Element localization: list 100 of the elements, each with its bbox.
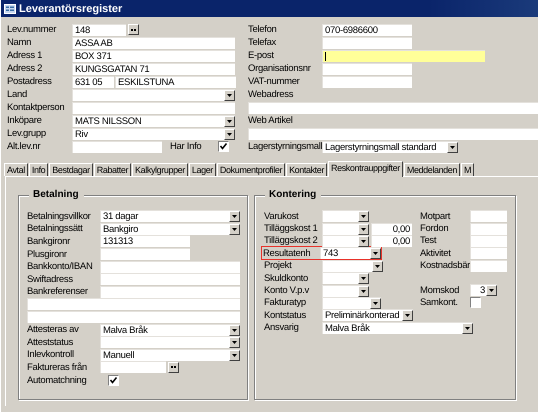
tab[interactable]: Rabatter — [94, 163, 132, 176]
dropdown[interactable] — [322, 222, 369, 235]
group-title: Kontering — [265, 189, 322, 200]
dropdown[interactable]: Lagerstyrningsmall standard — [322, 140, 458, 152]
field-label: Bankreferenser — [27, 286, 89, 298]
input-field[interactable] — [72, 102, 235, 114]
field-label: Adress 1 — [7, 50, 44, 61]
dropdown[interactable]: 3 — [470, 284, 497, 296]
input-field[interactable] — [27, 298, 240, 310]
field-label: Postadress — [7, 76, 53, 87]
input-field[interactable] — [322, 50, 485, 62]
checkbox[interactable] — [108, 374, 119, 386]
input-field[interactable] — [248, 128, 538, 140]
input-field[interactable]: 0,00 — [371, 222, 412, 235]
caret-icon — [373, 302, 378, 305]
tab[interactable]: Lager — [188, 163, 216, 176]
input-field[interactable]: ASSA AB — [72, 36, 235, 48]
field-label: Betalningsvillkor — [27, 210, 92, 222]
input-field[interactable] — [100, 248, 190, 260]
tab[interactable]: Meddelanden — [404, 163, 460, 176]
dropdown[interactable]: Bankgiro — [100, 222, 240, 235]
tab[interactable]: M — [461, 163, 474, 176]
field-label: Telefon — [248, 24, 278, 35]
field-label: Konto V.p.v — [264, 285, 310, 296]
input-field[interactable]: KUNGSGATAN 71 — [72, 62, 235, 74]
field-label: VAT-nummer — [248, 76, 301, 87]
dropdown[interactable] — [322, 284, 369, 297]
input-field[interactable] — [72, 140, 162, 152]
field-label: Varukost — [264, 210, 300, 222]
tab[interactable]: Info — [28, 163, 48, 176]
input-field[interactable]: 148 — [72, 24, 126, 36]
input-field[interactable] — [100, 361, 166, 374]
form-icon — [4, 4, 16, 14]
input-field[interactable] — [27, 311, 240, 324]
checkbox[interactable] — [218, 141, 229, 152]
input-field[interactable] — [100, 260, 240, 273]
field-label: Kostnadsbär — [420, 260, 470, 272]
input-field[interactable]: BOX 371 — [72, 50, 235, 62]
lookup-button[interactable] — [128, 24, 139, 35]
field-label: Tilläggskost 2 — [264, 235, 319, 246]
lookup-button[interactable] — [168, 362, 179, 373]
input-field[interactable] — [100, 286, 240, 298]
field-label: Swiftadress — [27, 274, 74, 285]
field-label: Attesteras av — [27, 324, 80, 336]
dropdown[interactable]: Malva Bråk — [322, 322, 473, 334]
input-field[interactable]: 070-6986600 — [322, 24, 412, 36]
input-field[interactable] — [470, 210, 507, 222]
caret-icon — [232, 354, 237, 357]
caret-icon — [465, 326, 470, 330]
caret-icon — [373, 252, 378, 256]
caret-icon — [450, 146, 455, 148]
input-field[interactable] — [322, 36, 412, 48]
field-label: Automatchning — [27, 374, 88, 386]
dropdown[interactable] — [322, 296, 381, 309]
input-field[interactable]: 631 05 — [72, 76, 114, 88]
dots-icon — [171, 366, 176, 368]
input-field[interactable] — [100, 273, 240, 286]
dropdown[interactable]: Malva Bråk — [100, 324, 240, 336]
window-title: Leverantörsregister — [19, 2, 122, 14]
dropdown[interactable] — [322, 234, 369, 247]
field-label: Organisationsnr — [248, 63, 312, 74]
caret-icon — [361, 290, 366, 293]
dropdown[interactable]: 743 — [320, 247, 381, 260]
caret-icon — [361, 228, 366, 231]
tab[interactable]: Kalkylgrupper — [132, 163, 188, 176]
input-field[interactable] — [470, 234, 507, 247]
caret-icon — [232, 228, 237, 231]
dropdown[interactable]: Riv — [72, 128, 235, 140]
checkbox[interactable] — [470, 297, 481, 308]
field-label: E-post — [248, 50, 275, 61]
tab[interactable]: Reskontrauppgifter — [328, 161, 403, 177]
dropdown[interactable] — [322, 272, 369, 284]
caret-icon — [232, 341, 237, 344]
field-label: Kontaktperson — [7, 102, 66, 113]
input-field[interactable] — [322, 76, 412, 88]
field-label: Faktureras från — [27, 362, 88, 373]
tab[interactable]: Dokumentprofiler — [216, 163, 286, 176]
field-label: Skuldkonto — [264, 272, 310, 284]
dropdown[interactable]: Preliminärkonterad — [322, 309, 413, 322]
dropdown[interactable]: 31 dagar — [100, 210, 240, 222]
input-field[interactable]: 0,00 — [371, 234, 412, 247]
tab[interactable]: Avtal — [4, 163, 28, 176]
field-label: Web Artikel — [248, 115, 293, 126]
tab[interactable]: Bestdagar — [49, 163, 93, 176]
tab[interactable]: Kontakter — [286, 163, 327, 176]
input-field[interactable]: ESKILSTUNA — [115, 76, 236, 88]
field-label: Test — [420, 235, 438, 246]
input-field[interactable]: 131313 — [100, 235, 190, 248]
field-label: Resultatenh — [263, 248, 312, 259]
dropdown[interactable] — [322, 210, 369, 222]
dropdown[interactable]: Manuell — [100, 348, 240, 361]
dropdown[interactable]: MATS NILSSON — [72, 114, 235, 126]
caret-icon — [361, 277, 366, 280]
input-field[interactable] — [470, 260, 507, 272]
dropdown[interactable] — [322, 260, 383, 272]
caret-icon — [489, 289, 494, 292]
input-field[interactable] — [322, 62, 412, 74]
input-field[interactable] — [248, 102, 538, 114]
input-field[interactable] — [470, 222, 507, 235]
input-field[interactable] — [470, 247, 507, 260]
